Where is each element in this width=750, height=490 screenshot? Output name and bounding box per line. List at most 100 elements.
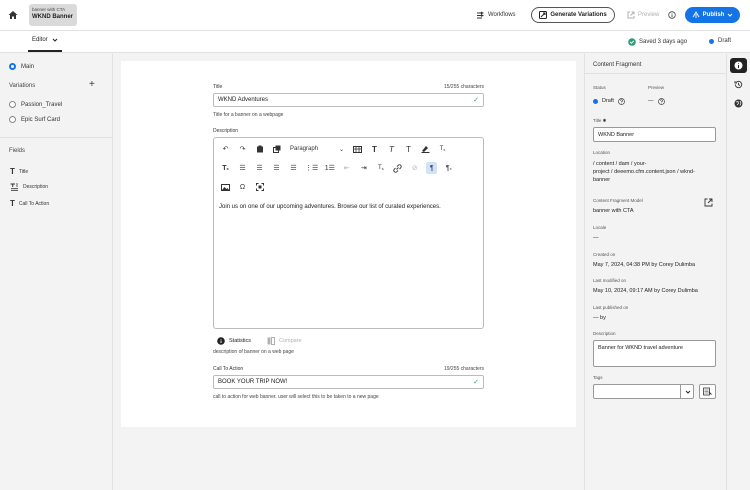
cta-field-label: Call To Action [213, 366, 244, 372]
location-label: Location [593, 150, 611, 155]
modified-value: May 10, 2024, 09:17 AM by Corey Dulimba [593, 288, 698, 294]
description-rich-text-editor[interactable]: ↶ ↷ Paragraph ⌄ T T T Tx Tx ☰ ☰ ☰ ☰ ⋮☰ 1… [213, 137, 484, 329]
checkmark-circle-icon [628, 38, 636, 46]
publish-button[interactable]: Publish [685, 7, 740, 23]
fragment-chip[interactable]: banner with CTA WKND Banner [29, 4, 77, 26]
tags-dropdown-button[interactable] [680, 384, 694, 399]
tag-picker-icon [703, 387, 712, 396]
status-badge: Draft [709, 38, 731, 44]
align-right-icon[interactable]: ☰ [271, 162, 282, 174]
status-text: Draft [602, 98, 614, 104]
sub-bar: Editor Saved 3 days ago Draft [0, 31, 750, 53]
generate-variations-icon [539, 11, 548, 19]
text-size-icon[interactable]: T [403, 143, 414, 155]
table-icon[interactable] [352, 143, 363, 155]
add-variation-button[interactable]: + [89, 80, 95, 90]
text-style-icon[interactable]: T [386, 143, 397, 155]
tags-picker-button[interactable] [699, 384, 716, 399]
preview-info-button[interactable] [668, 8, 676, 22]
compare-button[interactable]: Compare [267, 337, 302, 345]
variation-label: Passion_Travel [21, 101, 63, 108]
image-icon[interactable] [220, 181, 231, 193]
field-item-description[interactable]: Description [10, 183, 48, 191]
properties-tab[interactable] [730, 58, 747, 73]
preview-label: Preview [648, 85, 665, 90]
tags-label: Tags [593, 375, 603, 380]
copy-format-icon[interactable] [271, 143, 282, 155]
model-label: Content Fragment Model [593, 198, 643, 203]
right-rail [726, 54, 750, 490]
workflow-icon [476, 11, 485, 20]
title-field[interactable]: WKND Banner [593, 127, 716, 142]
outdent-icon[interactable]: ⇤ [341, 162, 352, 174]
indent-icon[interactable]: ⇥ [358, 162, 369, 174]
preview-text: — [648, 98, 654, 104]
variations-title: Variations [9, 83, 36, 89]
variation-item[interactable]: Passion_Travel [9, 101, 62, 108]
status-dot-icon [593, 98, 598, 104]
home-icon [8, 10, 18, 20]
description-field[interactable]: Banner for WKND travel adventure [593, 340, 716, 367]
plus-icon: + [89, 79, 95, 90]
numbered-list-icon[interactable]: 1☰ [324, 162, 335, 174]
help-icon[interactable] [618, 97, 625, 105]
field-item-title[interactable]: T Title [10, 167, 28, 176]
editor-label: Editor [32, 37, 48, 43]
title-input[interactable]: WKND Adventures ✓ [213, 93, 484, 107]
variation-item[interactable]: Epic Surf Card [9, 116, 60, 123]
workflows-button[interactable]: Workflows [476, 8, 516, 22]
paragraph-style-select[interactable]: Paragraph ⌄ [288, 143, 346, 155]
cta-input[interactable]: BOOK YOUR TRIP NOW! ✓ [213, 375, 484, 389]
history-icon [734, 80, 743, 89]
description-field-label: Description [213, 128, 239, 134]
highlight-icon[interactable] [420, 143, 431, 155]
editor-dropdown[interactable]: Editor [32, 37, 58, 43]
locale-label: Locale [593, 225, 607, 230]
text-size-large-icon[interactable]: T [369, 143, 380, 155]
editor-tab-indicator [28, 50, 62, 52]
cta-input-value: BOOK YOUR TRIP NOW! [218, 379, 288, 385]
external-link-icon [704, 198, 713, 207]
redo-icon[interactable]: ↷ [237, 143, 248, 155]
generate-variations-button[interactable]: Generate Variations [531, 7, 615, 23]
location-value: / content / dam / your- project / deeemo… [593, 161, 695, 183]
paste-icon[interactable] [254, 143, 265, 155]
link-icon[interactable] [392, 162, 403, 174]
fragment-name: WKND Banner [32, 14, 74, 20]
bullet-list-icon[interactable]: ⋮☰ [305, 162, 318, 174]
preview-value: — [648, 97, 665, 105]
description-field-value: Banner for WKND travel adventure [598, 345, 683, 351]
paragraph-mark-icon[interactable]: ¶ [426, 162, 438, 174]
fullscreen-icon[interactable] [254, 181, 265, 193]
title-char-count: 15/255 characters [443, 84, 484, 90]
text-direction-icon[interactable]: Ts [375, 162, 386, 174]
superscript-icon[interactable]: Tx [220, 162, 231, 174]
help-icon[interactable] [657, 97, 665, 105]
align-left-icon[interactable]: ☰ [237, 162, 248, 174]
status-value: Draft [593, 97, 625, 105]
version-history-tab[interactable] [730, 77, 747, 92]
paragraph-rtl-icon[interactable]: ¶ x [443, 162, 454, 174]
publish-label: Publish [702, 12, 725, 18]
justify-icon[interactable]: ☰ [288, 162, 299, 174]
field-item-call-to-action[interactable]: T Call To Action [10, 199, 49, 208]
status-label: Draft [718, 38, 732, 44]
language-tab[interactable] [730, 96, 747, 111]
unlink-icon[interactable]: ⊘ [409, 162, 420, 174]
info-icon [668, 11, 676, 19]
description-text[interactable]: Join us on one of our upcoming adventure… [219, 204, 441, 210]
preview-button[interactable]: Preview [627, 8, 659, 22]
clear-format-icon[interactable]: Tx [437, 143, 448, 155]
text-field-icon: T [10, 167, 15, 176]
statistics-button[interactable]: Statistics [217, 337, 251, 345]
special-character-icon[interactable]: Ω [237, 181, 248, 193]
home-button[interactable] [6, 8, 20, 22]
external-link-icon [627, 11, 635, 19]
open-model-button[interactable] [704, 198, 713, 209]
align-center-icon[interactable]: ☰ [254, 162, 265, 174]
field-label: Description [23, 184, 49, 190]
tags-input[interactable] [593, 384, 694, 399]
chevron-down-icon: ⌄ [338, 146, 344, 153]
undo-icon[interactable]: ↶ [220, 143, 231, 155]
variation-main[interactable]: Main [9, 63, 34, 70]
